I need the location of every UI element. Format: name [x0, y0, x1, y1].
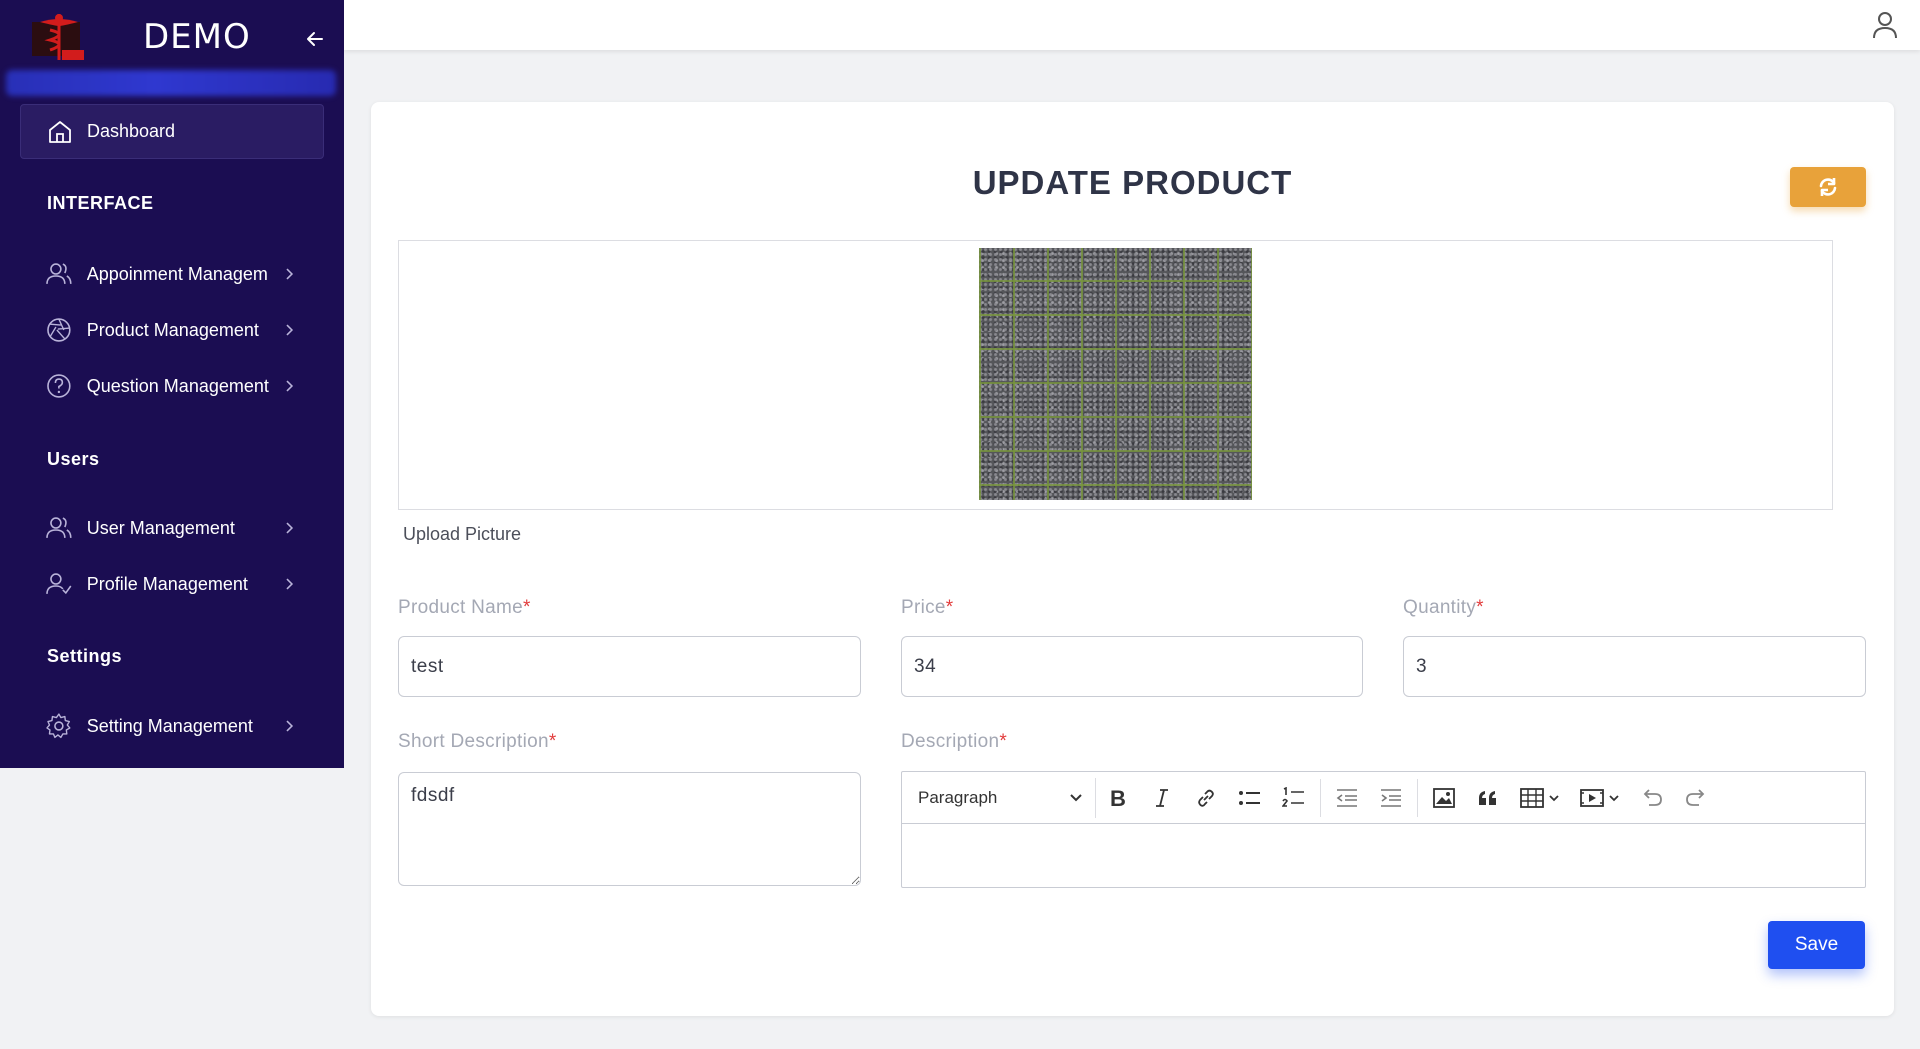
media-icon: [1580, 788, 1604, 807]
link-icon: [1198, 789, 1214, 807]
arrow-left-icon[interactable]: [304, 28, 326, 50]
italic-icon: [1156, 788, 1168, 807]
home-icon: [49, 120, 71, 143]
undo-button[interactable]: [1630, 778, 1674, 818]
aperture-icon: [47, 318, 71, 342]
block-format-dropdown[interactable]: Paragraph: [906, 777, 1096, 818]
upload-picture-label: Upload Picture: [403, 524, 522, 544]
product-name-label: Product Name*: [398, 597, 531, 618]
sidebar-item-label: Setting Management: [86, 715, 253, 736]
price-label: Price*: [901, 597, 954, 618]
bulleted-list-button[interactable]: [1228, 778, 1272, 818]
block-format-value: Paragraph: [918, 787, 998, 807]
insert-media-button[interactable]: [1570, 778, 1630, 818]
toolbar-separator: [1320, 778, 1321, 817]
sidebar-item-question-management[interactable]: Question Management: [45, 369, 295, 403]
brand-title: DEMO: [143, 17, 251, 57]
quantity-input[interactable]: [1403, 636, 1866, 697]
description-rich-text-editor: Paragraph B: [901, 771, 1866, 888]
sidebar-item-product-management[interactable]: Product Management: [45, 313, 295, 347]
image-upload-area[interactable]: [398, 240, 1833, 510]
italic-button[interactable]: [1140, 778, 1184, 818]
short-description-label: Short Description*: [398, 731, 557, 752]
sidebar-item-appointment-management[interactable]: Appoinment Managem: [45, 257, 295, 291]
chevron-right-icon: [286, 578, 294, 590]
sidebar-item-profile-management[interactable]: Profile Management: [45, 567, 295, 601]
editor-toolbar: Paragraph B: [902, 772, 1865, 824]
outdent-button[interactable]: [1325, 778, 1369, 818]
link-button[interactable]: [1184, 778, 1228, 818]
sidebar-item-label: Question Management: [86, 375, 269, 396]
section-title-users: Users: [47, 449, 100, 469]
blurred-user-banner: [6, 70, 336, 96]
block-quote-button[interactable]: [1466, 778, 1510, 818]
help-circle-icon: [47, 374, 71, 398]
insert-table-button[interactable]: [1510, 778, 1570, 818]
product-name-input[interactable]: [398, 636, 861, 697]
product-image: [979, 248, 1252, 500]
logo-caduceus-icon: [32, 14, 84, 60]
top-bar: [344, 0, 1920, 50]
bold-button[interactable]: B: [1096, 778, 1140, 818]
sidebar-item-label: Appoinment Managem: [86, 263, 268, 284]
sidebar-item-user-management[interactable]: User Management: [45, 511, 295, 545]
sidebar: DEMO Dashboard INTERFACE Appoinment Mana…: [0, 0, 344, 768]
section-title-interface: INTERFACE: [47, 193, 154, 213]
chevron-down-icon: [1549, 794, 1559, 801]
quote-icon: [1479, 790, 1496, 805]
redo-button[interactable]: [1674, 778, 1718, 818]
users-icon: [46, 517, 72, 538]
section-title-settings: Settings: [47, 646, 123, 666]
price-input[interactable]: [901, 636, 1363, 697]
description-editor-content[interactable]: [902, 824, 1865, 887]
refresh-icon: [1819, 178, 1837, 196]
sidebar-item-dashboard[interactable]: Dashboard: [20, 104, 324, 159]
chevron-right-icon: [286, 324, 294, 336]
update-product-card: UPDATE PRODUCT Upload Picture Product Na…: [371, 102, 1894, 1016]
svg-text:B: B: [1110, 787, 1126, 809]
user-icon[interactable]: [1870, 10, 1900, 40]
sidebar-item-label: Product Management: [86, 319, 259, 340]
image-icon: [1433, 787, 1455, 808]
brand: DEMO: [0, 0, 344, 72]
undo-icon: [1643, 788, 1662, 806]
chevron-right-icon: [286, 522, 294, 534]
refresh-button[interactable]: [1790, 167, 1866, 207]
chevron-right-icon: [286, 380, 294, 392]
insert-image-button[interactable]: [1422, 778, 1466, 818]
toolbar-separator: [1417, 778, 1418, 817]
outdent-icon: [1336, 788, 1357, 807]
chevron-right-icon: [286, 268, 294, 280]
save-button[interactable]: Save: [1768, 921, 1865, 969]
numbered-list-button[interactable]: [1272, 778, 1316, 818]
table-icon: [1520, 787, 1544, 808]
bulleted-list-icon: [1239, 790, 1260, 805]
page-title: UPDATE PRODUCT: [972, 164, 1293, 201]
user-check-icon: [46, 573, 72, 595]
chevron-right-icon: [286, 720, 294, 732]
bold-icon: B: [1110, 787, 1126, 809]
redo-icon: [1686, 788, 1705, 806]
users-icon: [46, 263, 72, 284]
sidebar-item-label: Profile Management: [86, 573, 248, 594]
quantity-label: Quantity*: [1403, 597, 1484, 618]
sidebar-item-setting-management[interactable]: Setting Management: [45, 709, 295, 743]
indent-icon: [1381, 788, 1401, 807]
description-label: Description*: [901, 731, 1008, 752]
sidebar-item-label: User Management: [86, 517, 235, 538]
chevron-down-icon: [1609, 794, 1619, 801]
chevron-down-icon: [1070, 793, 1082, 801]
short-description-textarea[interactable]: fdsdf: [398, 772, 861, 886]
sidebar-item-label: Dashboard: [87, 121, 176, 141]
numbered-list-icon: [1282, 786, 1304, 807]
gear-icon: [46, 713, 71, 739]
indent-button[interactable]: [1369, 778, 1413, 818]
